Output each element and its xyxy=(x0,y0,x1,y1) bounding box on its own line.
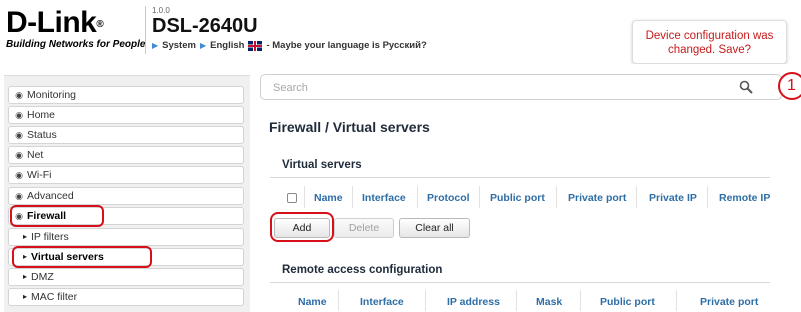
sidebar-item-label: Advanced xyxy=(27,190,74,202)
section-divider xyxy=(270,282,770,283)
model-name: DSL-2640U xyxy=(152,15,258,37)
column-header-mask[interactable]: Mask xyxy=(536,296,562,308)
breadcrumb-language[interactable]: English xyxy=(210,40,244,51)
column-separator xyxy=(707,186,708,208)
section-divider xyxy=(270,177,770,178)
column-separator xyxy=(338,290,339,311)
column-header-protocol[interactable]: Protocol xyxy=(427,192,470,204)
column-header-interface[interactable]: Interface xyxy=(360,296,404,308)
logo-registered-mark: ® xyxy=(96,19,104,30)
circle-arrow-icon: ◉ xyxy=(15,130,23,140)
column-separator xyxy=(580,290,581,311)
sidebar-item-ip-filters[interactable]: ▸ IP filters xyxy=(8,228,244,246)
uk-flag-icon[interactable] xyxy=(248,40,263,51)
notification-badge[interactable]: 1 xyxy=(778,72,801,100)
column-header-private-port[interactable]: Private port xyxy=(568,192,626,204)
circle-arrow-icon: ◉ xyxy=(15,90,23,100)
notice-line-1: Device configuration was xyxy=(645,30,774,42)
sidebar-item-mac-filter[interactable]: ▸ MAC filter xyxy=(8,288,244,306)
column-separator xyxy=(479,186,480,208)
sidebar-item-label: Net xyxy=(27,149,44,161)
sidebar-item-label: DMZ xyxy=(31,271,54,283)
breadcrumb-arrow-icon: ▶ xyxy=(199,41,207,50)
breadcrumb: ▶ System ▶ English - Maybe your language… xyxy=(152,40,427,51)
sidebar-item-status[interactable]: ◉ Status xyxy=(8,126,244,144)
sidebar-item-advanced[interactable]: ◉ Advanced xyxy=(8,187,244,205)
firmware-version: 1.0.0 xyxy=(152,6,170,15)
column-header-interface[interactable]: Interface xyxy=(362,192,406,204)
page-title: Firewall / Virtual servers xyxy=(269,119,430,135)
notice-line-2: changed. Save? xyxy=(667,44,752,56)
triangle-right-icon: ▸ xyxy=(23,232,28,241)
column-separator xyxy=(556,186,557,208)
select-all-checkbox[interactable] xyxy=(287,193,297,203)
sidebar-item-virtual-servers[interactable]: ▸ Virtual servers xyxy=(8,248,244,266)
column-separator xyxy=(425,290,426,311)
sidebar-item-label: MAC filter xyxy=(31,291,78,303)
column-header-private-ip[interactable]: Private IP xyxy=(649,192,697,204)
save-config-notice[interactable]: Device configuration was changed. Save? xyxy=(632,20,787,64)
column-header-private-port[interactable]: Private port xyxy=(700,296,758,308)
circle-arrow-icon: ◉ xyxy=(15,150,23,160)
search-icon[interactable] xyxy=(739,80,753,94)
sidebar-item-label: Virtual servers xyxy=(31,251,104,263)
column-separator xyxy=(352,186,353,208)
sidebar-item-label: Monitoring xyxy=(27,89,77,101)
circle-chevron-down-icon: ◉ xyxy=(15,211,23,221)
column-header-remote-ip[interactable]: Remote IP xyxy=(719,192,770,204)
logo-text: D-Link xyxy=(6,6,97,39)
sidebar-item-label: Home xyxy=(27,109,56,121)
breadcrumb-arrow-icon: ▶ xyxy=(152,41,159,50)
circle-arrow-icon: ◉ xyxy=(15,110,23,120)
circle-arrow-icon: ◉ xyxy=(15,191,23,201)
model-block: 1.0.0 DSL-2640U ▶ System ▶ English - May… xyxy=(152,6,427,51)
sidebar-item-label: Firewall xyxy=(27,210,67,222)
sidebar-item-label: Wi-Fi xyxy=(27,169,52,181)
delete-button[interactable]: Delete xyxy=(334,218,394,238)
column-separator xyxy=(417,186,418,208)
sidebar-item-label: Status xyxy=(27,129,57,141)
search-input[interactable] xyxy=(271,79,715,97)
triangle-right-icon: ▸ xyxy=(23,272,28,281)
column-header-ip-address[interactable]: IP address xyxy=(447,296,500,308)
header: D-Link® Building Networks for People 1.0… xyxy=(0,0,801,64)
circle-arrow-icon: ◉ xyxy=(15,170,23,180)
dlink-logo[interactable]: D-Link® Building Networks for People xyxy=(6,6,146,51)
sidebar-item-home[interactable]: ◉ Home xyxy=(8,106,244,124)
sidebar-item-label: IP filters xyxy=(31,231,69,243)
triangle-right-icon: ▸ xyxy=(23,292,28,301)
column-header-name[interactable]: Name xyxy=(298,296,327,308)
sidebar-item-net[interactable]: ◉ Net xyxy=(8,146,244,164)
header-divider xyxy=(145,6,146,54)
triangle-right-icon: ▸ xyxy=(23,252,28,261)
column-separator xyxy=(676,290,677,311)
sidebar-item-firewall[interactable]: ◉ Firewall xyxy=(8,207,244,225)
search-box[interactable] xyxy=(260,74,782,100)
column-header-public-port[interactable]: Public port xyxy=(490,192,545,204)
add-button[interactable]: Add xyxy=(274,218,330,238)
sidebar-item-dmz[interactable]: ▸ DMZ xyxy=(8,268,244,286)
column-separator xyxy=(636,186,637,208)
column-separator xyxy=(516,290,517,311)
logo-tagline: Building Networks for People xyxy=(6,39,146,50)
column-header-public-port[interactable]: Public port xyxy=(600,296,655,308)
virtual-servers-section-title: Virtual servers xyxy=(282,159,362,171)
breadcrumb-system[interactable]: System xyxy=(162,40,196,51)
clear-all-button[interactable]: Clear all xyxy=(399,218,470,238)
language-hint[interactable]: - Maybe your language is Русский? xyxy=(266,40,426,51)
sidebar-item-monitoring[interactable]: ◉ Monitoring xyxy=(8,86,244,104)
sidebar-item-wifi[interactable]: ◉ Wi-Fi xyxy=(8,166,244,184)
column-separator xyxy=(304,186,305,208)
column-header-name[interactable]: Name xyxy=(314,192,343,204)
remote-access-section-title: Remote access configuration xyxy=(282,264,443,276)
